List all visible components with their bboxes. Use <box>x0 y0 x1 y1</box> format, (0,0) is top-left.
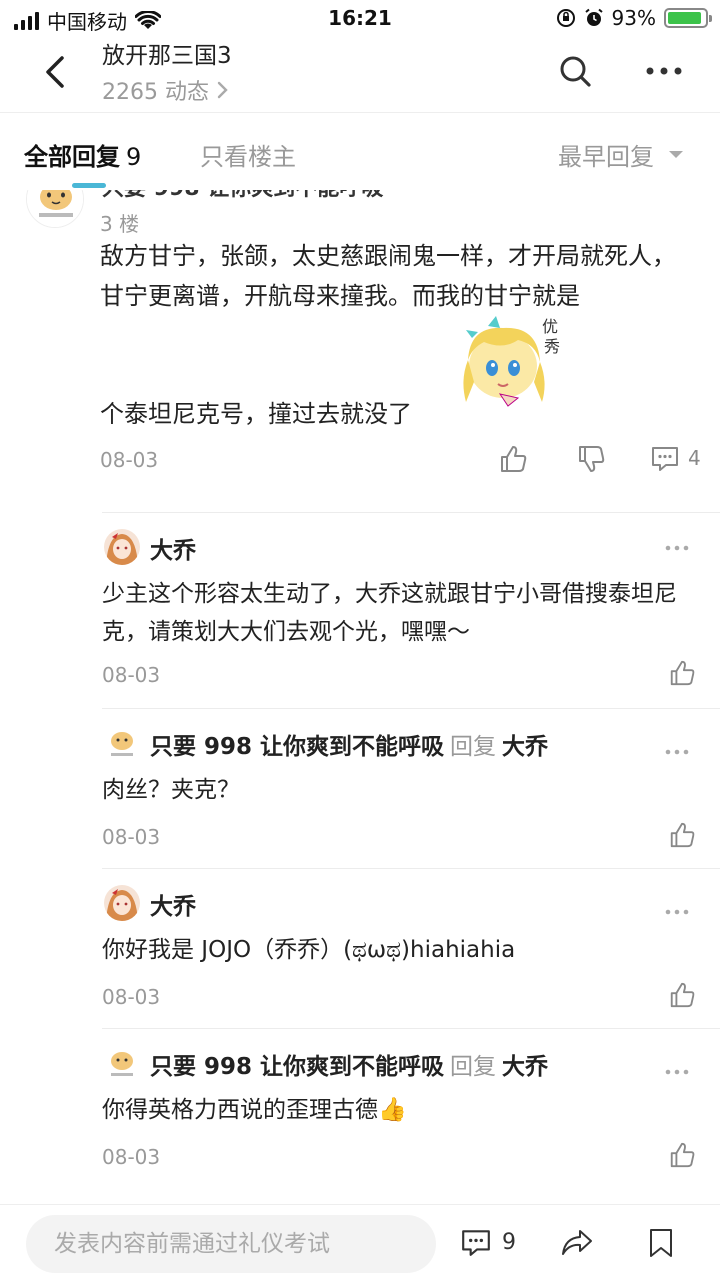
reply-target-name[interactable]: 大乔 <box>502 1054 548 1080</box>
status-right: 93% <box>556 6 712 30</box>
caret-down-icon <box>669 150 683 158</box>
sub-reply: 大乔 你好我是 JOJO（乔乔）(ಥωಥ)hiahiahia 08-03 <box>102 868 720 1028</box>
battery-icon <box>664 8 712 28</box>
reply-text: 你得英格力西说的歪理古德👍 <box>102 1097 407 1123</box>
reply-date: 08-03 <box>102 1145 161 1169</box>
sort-label: 最早回复 <box>558 143 654 171</box>
comment-count: 4 <box>688 446 701 470</box>
svg-text:优: 优 <box>542 317 558 336</box>
avatar[interactable] <box>104 1045 140 1081</box>
avatar[interactable] <box>104 529 140 565</box>
avatar[interactable] <box>104 885 140 921</box>
more-options-icon[interactable] <box>664 907 690 917</box>
author-name[interactable]: 只要 998 让你爽到不能呼吸 <box>150 1054 444 1080</box>
comment-button[interactable]: 4 <box>650 444 701 472</box>
comments-count: 9 <box>502 1229 516 1255</box>
reply-text: 敌方甘宁，张颌，太史慈跟闹鬼一样，才开局就死人，甘宁更离谱，开航母来撞我。而我的… <box>100 242 676 310</box>
sticker-image: 优 秀 <box>463 316 560 407</box>
search-icon[interactable] <box>556 52 596 92</box>
status-bar: 中国移动 16:21 93% <box>0 0 720 36</box>
reply-to-label: 回复 <box>450 1054 497 1080</box>
dislike-icon[interactable] <box>576 444 606 474</box>
header: 放开那三国3 2265 动态 <box>0 36 720 112</box>
sub-reply: 只要 998 让你爽到不能呼吸 回复 大乔 你得英格力西说的歪理古德👍 08-03 <box>102 1028 720 1188</box>
filter-tabs: 全部回复 9 只看楼主 最早回复 <box>0 112 720 190</box>
battery-percent: 93% <box>611 6 656 30</box>
like-icon[interactable] <box>668 821 696 849</box>
author-name[interactable]: 只要 998 让你爽到不能呼吸 <box>150 734 444 760</box>
main-reply: 只要 998 让你爽到不能呼吸 3 楼 敌方甘宁，张颌，太史慈跟闹鬼一样，才开局… <box>0 190 720 510</box>
svg-text:秀: 秀 <box>544 337 560 356</box>
comment-icon <box>652 447 678 471</box>
tab-indicator <box>72 183 106 188</box>
sub-reply: 大乔 少主这个形容太生动了，大乔这就跟甘宁小哥借搜泰坦尼克，请策划大大们去观个光… <box>102 512 720 708</box>
bottom-bar: 发表内容前需通过礼仪考试 9 <box>0 1204 720 1280</box>
comments-button[interactable]: 9 <box>460 1227 516 1257</box>
sort-dropdown[interactable]: 最早回复 <box>558 137 684 172</box>
more-options-icon[interactable] <box>664 1067 690 1077</box>
floor-number: 3 楼 <box>100 212 140 236</box>
reply-target-name[interactable]: 大乔 <box>502 734 548 760</box>
tab-all-count: 9 <box>126 143 142 171</box>
reply-header: 只要 998 让你爽到不能呼吸 回复 大乔 <box>150 1047 548 1081</box>
orientation-lock-icon <box>556 9 575 27</box>
author-name[interactable]: 大乔 <box>150 887 196 921</box>
reply-date: 08-03 <box>102 825 161 849</box>
reply-text: 肉丝？夹克？ <box>102 777 240 803</box>
reply-text-continued: 个泰坦尼克号，撞过去就没了 <box>100 400 412 428</box>
like-icon[interactable] <box>668 659 696 687</box>
author-name[interactable]: 大乔 <box>150 531 196 565</box>
page-subtitle[interactable]: 2265 动态 <box>102 74 229 106</box>
tab-all-label: 全部回复 <box>24 143 120 171</box>
reply-date: 08-03 <box>102 985 161 1009</box>
comment-icon <box>462 1230 490 1256</box>
reply-text: 少主这个形容太生动了，大乔这就跟甘宁小哥借搜泰坦尼克，请策划大大们去观个光，嘿嘿… <box>102 581 677 645</box>
bookmark-icon[interactable] <box>648 1227 674 1259</box>
page-title[interactable]: 放开那三国3 <box>102 36 232 70</box>
more-options-icon[interactable] <box>664 543 690 553</box>
like-icon[interactable] <box>668 1141 696 1169</box>
activity-count: 2265 动态 <box>102 80 209 105</box>
reply-date: 08-03 <box>102 663 161 687</box>
like-icon[interactable] <box>498 444 528 474</box>
sub-reply: 只要 998 让你爽到不能呼吸 回复 大乔 肉丝？夹克？ 08-03 <box>102 708 720 868</box>
more-options-icon[interactable] <box>664 747 690 757</box>
comment-input[interactable]: 发表内容前需通过礼仪考试 <box>26 1215 436 1273</box>
reply-text: 你好我是 JOJO（乔乔）(ಥωಥ)hiahiahia <box>102 937 516 963</box>
reply-list: 只要 998 让你爽到不能呼吸 3 楼 敌方甘宁，张颌，太史慈跟闹鬼一样，才开局… <box>0 190 720 1204</box>
avatar[interactable] <box>26 190 84 228</box>
reply-header: 只要 998 让你爽到不能呼吸 回复 大乔 <box>150 727 548 761</box>
more-icon[interactable] <box>640 56 688 86</box>
reply-to-label: 回复 <box>450 734 497 760</box>
back-icon[interactable] <box>36 50 76 94</box>
alarm-icon <box>584 8 603 26</box>
chevron-right-icon <box>217 81 228 99</box>
tab-all-replies[interactable]: 全部回复 9 <box>24 137 141 172</box>
share-icon[interactable] <box>560 1227 594 1257</box>
avatar[interactable] <box>104 725 140 761</box>
like-icon[interactable] <box>668 981 696 1009</box>
reply-date: 08-03 <box>100 448 159 472</box>
tab-owner-only[interactable]: 只看楼主 <box>200 137 296 172</box>
author-name[interactable]: 只要 998 让你爽到不能呼吸 <box>102 190 383 202</box>
